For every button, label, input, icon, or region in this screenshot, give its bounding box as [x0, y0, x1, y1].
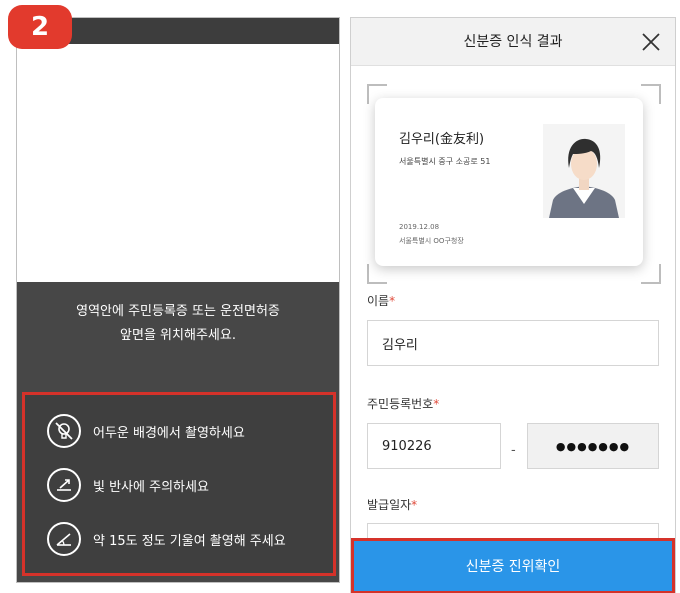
required-mark: * [433, 397, 440, 411]
card-photo [543, 124, 625, 218]
card-issue-date: 2019.12.08 [399, 223, 440, 231]
header-bar: 신분증 인식 결과 [351, 18, 675, 66]
tip-label: 어두운 배경에서 촬영하세요 [93, 425, 245, 441]
frame-corner [641, 84, 661, 104]
rrn-field-label: 주민등록번호* [367, 397, 440, 411]
tip-tilt-angle: 약 15도 정도 기울여 촬영해 주세요 [47, 519, 286, 559]
close-icon [642, 33, 660, 51]
id-verify-button-label: 신분증 진위확인 [465, 559, 561, 575]
id-verify-button[interactable]: 신분증 진위확인 [351, 538, 675, 593]
step-number: 2 [30, 12, 50, 42]
frame-corner [641, 264, 661, 284]
issue-date-field-label: 발급일자* [367, 498, 418, 512]
camera-viewfinder [17, 44, 339, 296]
tip-label: 약 15도 정도 기울여 촬영해 주세요 [93, 533, 286, 549]
no-flash-icon [47, 414, 81, 448]
guide-instruction: 영역안에 주민등록증 또는 운전면허증 앞면을 위치해주세요. [17, 300, 339, 348]
reflection-icon [47, 468, 81, 502]
rrn-back-input[interactable]: ●●●●●●● [527, 423, 659, 469]
rrn-back-masked-value: ●●●●●●● [555, 439, 631, 453]
required-mark: * [389, 294, 396, 308]
page-title: 신분증 인식 결과 [463, 34, 563, 50]
camera-guide-screen: 영역안에 주민등록증 또는 운전면허증 앞면을 위치해주세요. 어두운 배경에서… [16, 17, 340, 583]
guide-line-1: 영역안에 주민등록증 또는 운전면허증 [76, 304, 280, 319]
tip-dark-background: 어두운 배경에서 촬영하세요 [47, 411, 245, 451]
name-input[interactable]: 김우리 [367, 320, 659, 366]
rrn-front-value: 910226 [382, 438, 432, 454]
name-input-value: 김우리 [382, 337, 418, 353]
tilt-angle-icon [47, 522, 81, 556]
name-field-label: 이름* [367, 294, 396, 308]
required-mark: * [411, 498, 418, 512]
guide-line-2: 앞면을 위치해주세요. [120, 328, 236, 343]
shooting-tips-box: 어두운 배경에서 촬영하세요 빛 반사에 주의하세요 약 15도 정도 기울여 … [22, 392, 336, 576]
rrn-front-input[interactable]: 910226 [367, 423, 501, 469]
guide-panel: 영역안에 주민등록증 또는 운전면허증 앞면을 위치해주세요. 어두운 배경에서… [17, 282, 339, 582]
person-portrait-icon [543, 124, 625, 218]
id-card-preview: 김우리(金友利) 서울특별시 중구 소공로 51 2019.12.08 서울특별… [375, 98, 643, 266]
card-holder-name: 김우리(金友利) [399, 132, 485, 147]
close-button[interactable] [639, 30, 663, 54]
step-badge: 2 [8, 5, 72, 49]
tip-label: 빛 반사에 주의하세요 [93, 479, 209, 495]
tip-reflection: 빛 반사에 주의하세요 [47, 465, 209, 505]
card-address: 서울특별시 중구 소공로 51 [399, 157, 491, 166]
id-recognition-result-screen: 신분증 인식 결과 김우리(金友利) 서울특별시 중구 소공로 51 2019.… [350, 17, 676, 593]
rrn-separator: - [511, 443, 516, 458]
card-issuer: 서울특별시 OO구청장 [399, 237, 464, 245]
frame-corner [367, 264, 387, 284]
